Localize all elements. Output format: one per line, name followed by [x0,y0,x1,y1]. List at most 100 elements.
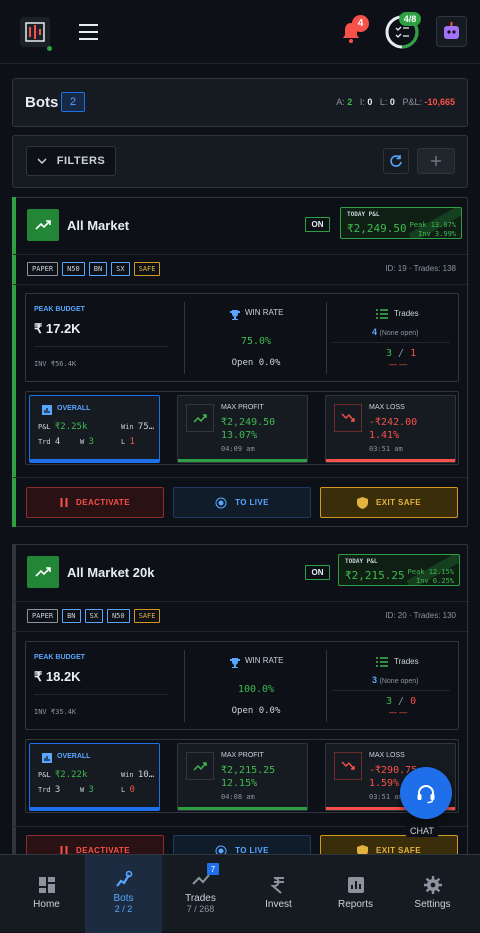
stats-panel: OVERALL P&L ₹2.22k Win 10… Trd 3 W 3 L 0… [25,739,459,813]
peak-budget-label: PEAK BUDGET [34,654,85,661]
tag: PAPER [27,609,59,623]
status-badge[interactable]: ON [305,565,330,580]
today-pl-box: TODAY P&L ₹2,249.50 Peak 13.07% Inv 3.99… [340,207,462,239]
tag: BN [88,262,108,276]
peak-budget-value: ₹ 17.2K [34,321,81,336]
open-value: Open 0.0% [231,706,281,716]
exit-safe-button[interactable]: EXIT SAFE [320,487,458,518]
menu-icon[interactable] [79,24,98,40]
summary-stats: A: 2 I: 0 L: 0 P&L: -10,665 [336,97,455,107]
max-loss-pct: 1.59% [369,778,400,789]
plus-icon [431,156,441,166]
overall-trd: 3 [54,785,61,795]
tag: SAFE [133,609,161,623]
trophy-icon [230,658,240,668]
trades-label: Trades [394,309,419,318]
today-pl-label: TODAY P&L [345,558,378,565]
open-value: Open 0.0% [231,358,281,368]
trending-down-icon [334,752,362,780]
exit-safe-label: EXIT SAFE [376,498,421,507]
nav-reports[interactable]: Reports [317,855,394,933]
bottom-nav: Home Bots 2 / 2 Trades 7 / 268 7 Invest … [0,854,480,933]
nav-bots-label: Bots [113,893,134,904]
page-title: Bots [25,94,59,111]
filters-button[interactable]: FILTERS [26,146,116,176]
overall-label: OVERALL [57,405,91,412]
list-icon [376,657,388,667]
chat-label: CHAT [406,825,438,837]
avatar[interactable] [436,16,467,47]
overall-pl-label: P&L [38,423,51,431]
inv-value: INV ₹35.4K [34,708,77,716]
win-rate-value: 75.0% [240,336,272,347]
today-pl-value: ₹2,249.50 [347,222,407,235]
overall-l: 0 [129,785,135,795]
nav-invest[interactable]: Invest [240,855,317,933]
overall-win: 75… [137,422,155,432]
today-pl-label: TODAY P&L [347,211,380,218]
bots-count-chip: 2 [61,92,85,112]
overall-tile[interactable]: OVERALL P&L ₹2.22k Win 10… Trd 3 W 3 L 0 [29,743,160,811]
robot-icon [115,870,132,887]
chart-icon [347,877,364,893]
bot-name: All Market [67,218,130,233]
nav-bots-count: 2 / 2 [114,904,133,914]
metrics-panel: PEAK BUDGET ₹ 18.2K INV ₹35.4K WIN RATE … [25,641,459,730]
nav-bots[interactable]: Bots 2 / 2 [85,855,162,933]
max-loss-tile[interactable]: MAX LOSS -₹242.00 1.41% 03:51 am [325,395,456,463]
chat-button[interactable] [400,767,452,819]
nav-trades[interactable]: Trades 7 / 268 7 [162,855,239,933]
stats-panel: OVERALL P&L ₹2.25k Win 75… Trd 4 W 3 L 1… [25,391,459,465]
bot-card: All Market ON TODAY P&L ₹2,249.50 Peak 1… [12,197,468,527]
overall-trd: 4 [54,437,61,447]
i-value: 0 [367,97,373,107]
trades-open: (None open) [379,330,419,337]
to-live-label: TO LIVE [235,498,269,507]
deactivate-label: DEACTIVATE [76,498,130,507]
deactivate-button[interactable]: DEACTIVATE [26,487,164,518]
overall-tile[interactable]: OVERALL P&L ₹2.25k Win 75… Trd 4 W 3 L 1 [29,395,160,463]
overall-win-label: Win [121,423,134,431]
shield-icon [357,496,369,509]
max-profit-time: 04:08 am [221,793,255,801]
nav-trades-badge: 7 [207,863,219,875]
today-inv: Inv 3.99% [418,230,456,238]
max-loss-label: MAX LOSS [369,404,405,411]
nav-trades-label: Trades [185,893,216,904]
max-profit-pct: 13.07% [221,430,258,441]
pl-dashes: — — [389,708,408,717]
overall-l: 1 [129,437,135,447]
status-badge[interactable]: ON [305,217,330,232]
max-profit-value: ₹2,249.50 [221,417,276,428]
max-profit-tile[interactable]: MAX PROFIT ₹2,215.25 12.15% 04:08 am [177,743,308,811]
overall-w: 3 [88,437,94,447]
max-profit-label: MAX PROFIT [221,752,264,759]
overall-label: OVERALL [57,753,91,760]
peak-budget-value: ₹ 18.2K [34,669,81,684]
tag: N50 [106,609,130,623]
nav-trades-count: 7 / 268 [186,904,215,914]
inv-value: INV ₹56.4K [34,360,77,368]
app-logo[interactable] [20,17,52,51]
overall-w-label: W [80,438,85,446]
overall-l-label: L [121,438,126,446]
a-value: 2 [347,97,353,107]
nav-settings[interactable]: Settings [394,855,471,933]
chart-icon [42,405,52,415]
bot-id-line: ID: 19 · Trades: 138 [385,264,456,273]
refresh-button[interactable] [383,148,409,174]
max-profit-tile[interactable]: MAX PROFIT ₹2,249.50 13.07% 04:09 am [177,395,308,463]
overall-l-label: L [121,786,126,794]
to-live-button[interactable]: TO LIVE [173,487,311,518]
bot-tags: PAPER BN SX N50 SAFE [27,609,161,623]
gear-icon [423,876,442,894]
list-icon [376,309,388,319]
tag: BN [62,609,81,623]
nav-invest-label: Invest [265,899,292,910]
l-label: L: [379,97,388,107]
today-inv: Inv 6.25% [416,577,454,585]
overall-pl: ₹2.22k [54,770,88,780]
nav-home[interactable]: Home [8,855,85,933]
add-bot-button[interactable] [417,148,455,174]
trending-up-icon [186,752,214,780]
